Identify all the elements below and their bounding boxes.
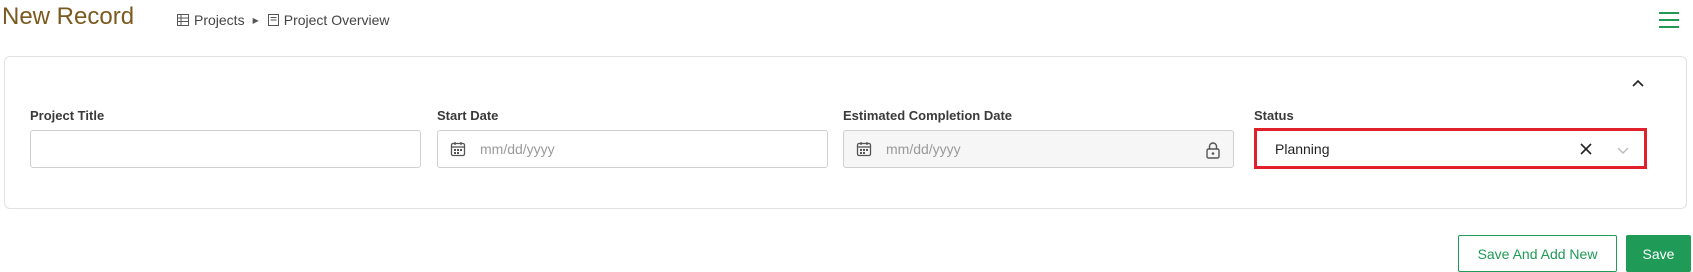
chevron-up-icon[interactable] <box>1628 73 1648 93</box>
calendar-icon <box>450 142 466 157</box>
table-icon <box>177 14 189 26</box>
close-icon[interactable] <box>1578 141 1594 157</box>
start-date-label: Start Date <box>437 108 499 123</box>
start-date-placeholder: mm/dd/yyyy <box>480 141 555 157</box>
chevron-down-icon[interactable] <box>1616 143 1630 157</box>
lock-icon <box>1206 142 1220 159</box>
estimated-completion-placeholder: mm/dd/yyyy <box>886 141 961 157</box>
page-title: New Record <box>2 3 135 30</box>
project-title-label: Project Title <box>30 108 105 123</box>
status-value: Planning <box>1275 140 1330 157</box>
breadcrumb: Projects ▶ Project Overview <box>177 12 390 28</box>
save-and-add-new-button[interactable]: Save And Add New <box>1458 235 1617 272</box>
breadcrumb-label: Project Overview <box>283 12 390 28</box>
save-button[interactable]: Save <box>1626 235 1691 272</box>
estimated-completion-input[interactable]: mm/dd/yyyy <box>843 130 1234 168</box>
document-icon <box>267 14 279 26</box>
breadcrumb-separator-icon: ▶ <box>252 15 259 25</box>
breadcrumb-item-project-overview[interactable]: Project Overview <box>267 12 390 28</box>
status-label: Status <box>1254 108 1294 123</box>
hamburger-menu-icon[interactable] <box>1657 10 1681 30</box>
breadcrumb-label: Projects <box>194 12 245 28</box>
project-title-input[interactable] <box>30 130 421 168</box>
estimated-completion-label: Estimated Completion Date <box>843 108 1013 123</box>
calendar-icon <box>856 142 872 157</box>
start-date-input[interactable]: mm/dd/yyyy <box>437 130 828 168</box>
status-select[interactable]: Planning <box>1254 128 1647 169</box>
breadcrumb-item-projects[interactable]: Projects <box>177 12 245 28</box>
